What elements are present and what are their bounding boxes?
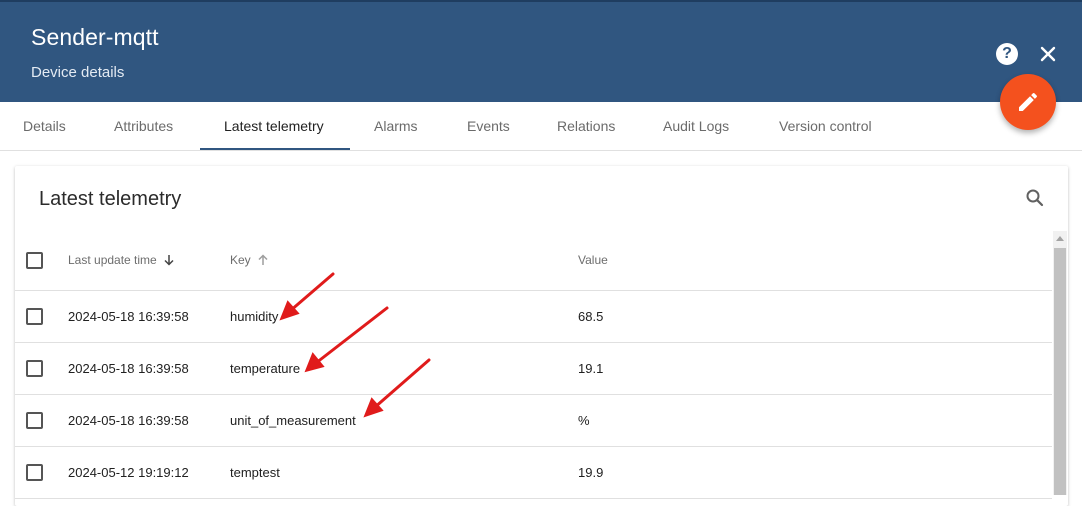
column-header-time[interactable]: Last update time — [68, 230, 175, 290]
table-header-row: Last update time Key Value — [15, 230, 1052, 291]
tab-version-control[interactable]: Version control — [779, 102, 872, 150]
pencil-icon — [1019, 92, 1038, 111]
tab-audit-logs[interactable]: Audit Logs — [663, 102, 729, 150]
cell-value: % — [578, 413, 590, 428]
tab-bar: Details Attributes Latest telemetry Alar… — [0, 102, 1082, 151]
table-row: 2024-05-18 16:39:58 unit_of_measurement … — [15, 395, 1052, 447]
row-checkbox[interactable] — [26, 412, 43, 429]
cell-value: 68.5 — [578, 309, 604, 324]
cell-key: temptest — [230, 465, 280, 480]
close-icon[interactable] — [1036, 42, 1060, 66]
cell-value: 19.1 — [578, 361, 604, 376]
arrow-up-icon — [258, 254, 268, 265]
help-circle-icon[interactable]: ? — [996, 43, 1018, 65]
row-checkbox[interactable] — [26, 464, 43, 481]
cell-time: 2024-05-18 16:39:58 — [68, 361, 189, 376]
cell-time: 2024-05-18 16:39:58 — [68, 413, 189, 428]
cell-key: unit_of_measurement — [230, 413, 356, 428]
tab-relations[interactable]: Relations — [557, 102, 615, 150]
column-label-time: Last update time — [68, 253, 157, 267]
cell-time: 2024-05-12 19:19:12 — [68, 465, 189, 480]
cell-key: temperature — [230, 361, 301, 376]
edit-fab-button[interactable] — [1000, 74, 1056, 130]
table-row: 2024-05-18 16:39:58 humidity 68.5 — [15, 291, 1052, 343]
row-checkbox[interactable] — [26, 308, 43, 325]
search-icon[interactable] — [1023, 186, 1047, 210]
arrow-down-icon — [164, 255, 174, 266]
tab-events[interactable]: Events — [467, 102, 510, 150]
card-title: Latest telemetry — [39, 188, 182, 210]
dialog-header: Sender-mqtt Device details ? — [0, 0, 1082, 102]
telemetry-card: Latest telemetry Last update time Key Va… — [15, 166, 1068, 506]
scroll-up-arrow-icon[interactable] — [1056, 236, 1064, 241]
device-title: Sender-mqtt — [31, 24, 159, 50]
table-row: 2024-05-12 19:19:12 temptest 19.9 — [15, 447, 1052, 499]
cell-time: 2024-05-18 16:39:58 — [68, 309, 189, 324]
column-label-key: Key — [230, 253, 251, 267]
cell-key: humidity — [230, 309, 279, 324]
cell-value: 19.9 — [578, 465, 604, 480]
table-row: 2024-05-18 16:39:58 temperature 19.1 — [15, 343, 1052, 395]
tab-attributes[interactable]: Attributes — [114, 102, 173, 150]
active-tab-indicator — [200, 148, 350, 150]
tab-alarms[interactable]: Alarms — [374, 102, 418, 150]
column-header-key[interactable]: Key — [230, 230, 269, 290]
row-checkbox[interactable] — [26, 360, 43, 377]
tab-latest-telemetry[interactable]: Latest telemetry — [224, 102, 324, 150]
select-all-checkbox[interactable] — [26, 251, 43, 269]
tab-details[interactable]: Details — [23, 102, 66, 150]
scrollbar-thumb[interactable] — [1054, 248, 1066, 495]
device-subtitle: Device details — [31, 64, 125, 81]
column-header-value: Value — [578, 253, 608, 267]
